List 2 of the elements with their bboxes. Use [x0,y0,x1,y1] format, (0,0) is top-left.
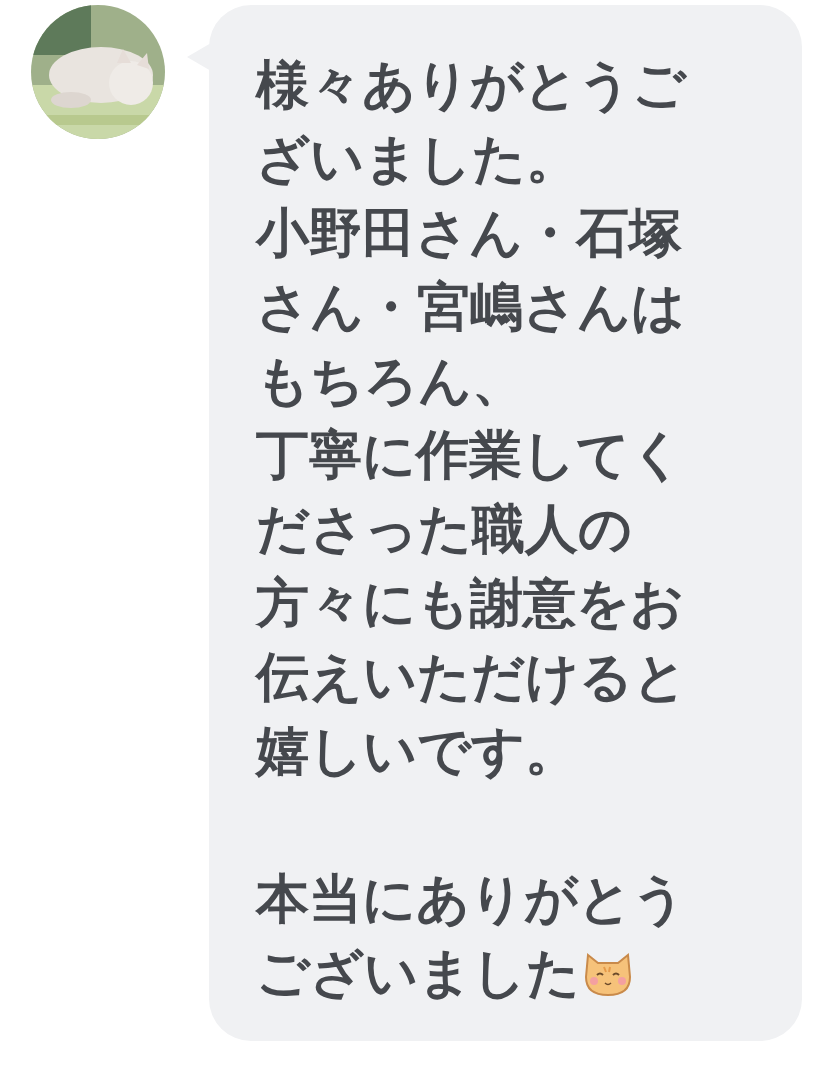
message-text: 本当にありがとう ございました [256,867,687,1005]
message-text: 様々ありがとうご ざいました。 小野田さん・石塚 さん・宮嶋さんは もちろん、 丁寧に作業してく ださった職人の 方々にも謝意をお 伝えいただけると 嬉しいです。 [256,53,688,783]
